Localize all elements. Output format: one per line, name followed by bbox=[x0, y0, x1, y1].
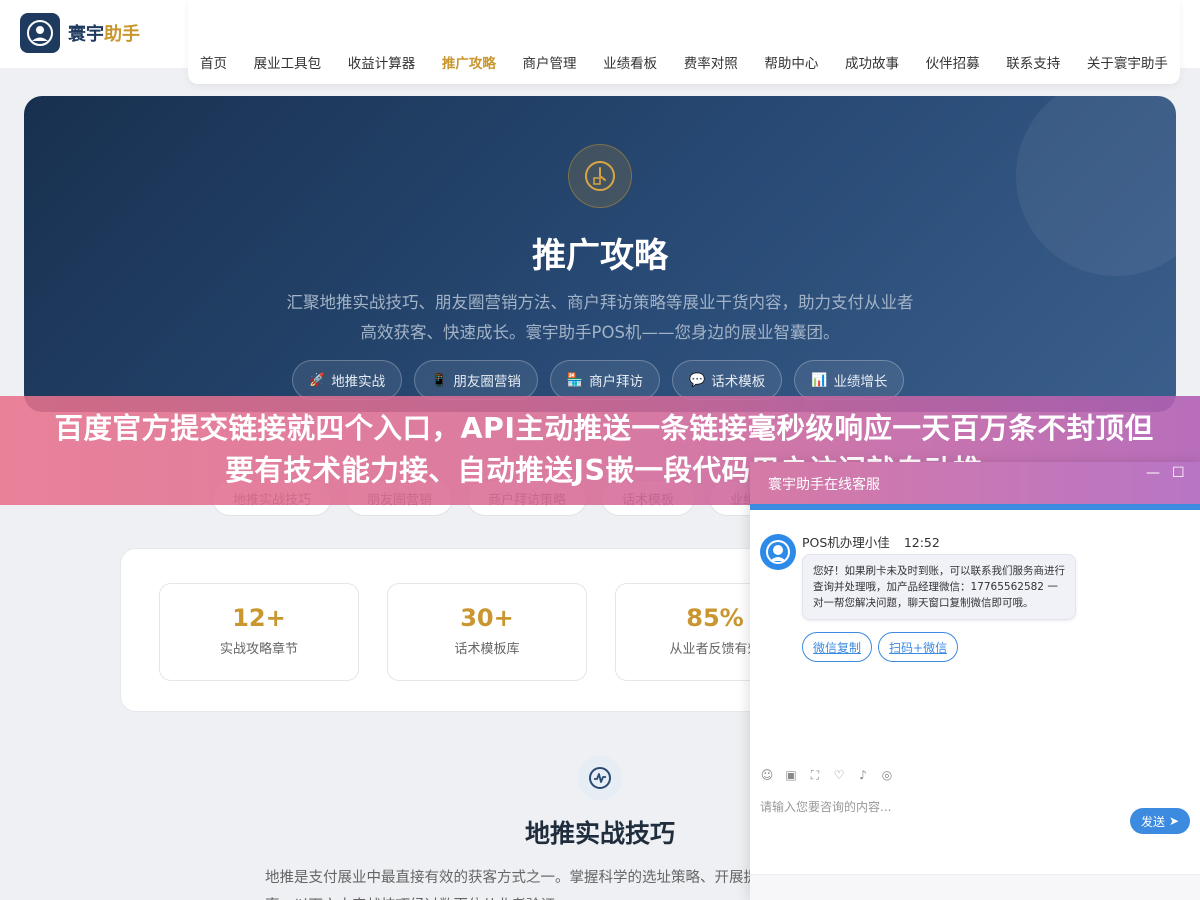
chat-message-bubble: 您好！如果刷卡未及时到账，可以联系我们服务商进行查询并处理哦，加产品经理微信：1… bbox=[802, 554, 1076, 620]
maximize-icon[interactable]: ☐ bbox=[1172, 466, 1186, 480]
stat-value: 30+ bbox=[460, 604, 514, 632]
main-navigation: 首页 展业工具包 收益计算器 推广攻略 商户管理 业绩看板 费率对照 帮助中心 … bbox=[188, 0, 1180, 84]
nav-item-merchant-management[interactable]: 商户管理 bbox=[523, 52, 577, 72]
agent-name: POS机办理小佳 bbox=[802, 535, 890, 550]
hero-tag-moments-marketing[interactable]: 📱 朋友圈营销 bbox=[414, 360, 538, 400]
hero-tag-label: 业绩增长 bbox=[833, 374, 888, 390]
agent-avatar bbox=[760, 534, 796, 570]
nav-item-help-center[interactable]: 帮助中心 bbox=[764, 52, 818, 72]
hero-tag-ground-promotion[interactable]: 🚀 地推实战 bbox=[292, 360, 403, 400]
shop-icon: 🏪 bbox=[566, 372, 584, 388]
send-label: 发送 bbox=[1140, 814, 1165, 829]
chat-quick-actions: 微信复制 扫码+微信 bbox=[802, 632, 959, 662]
nav-item-about[interactable]: 关于寰宇助手 bbox=[1087, 52, 1168, 72]
stat-templates: 30+ 话术模板库 bbox=[387, 583, 587, 681]
copy-wechat-button[interactable]: 微信复制 bbox=[802, 632, 873, 662]
nav-item-toolkit[interactable]: 展业工具包 bbox=[254, 52, 322, 72]
nav-item-performance-dashboard[interactable]: 业绩看板 bbox=[603, 52, 657, 72]
chat-header-title: 寰宇助手在线客服 bbox=[768, 477, 880, 493]
nav-item-contact-support[interactable]: 联系支持 bbox=[1006, 52, 1060, 72]
logo-text: 寰宇 bbox=[68, 24, 104, 45]
mute-icon[interactable]: ♪ bbox=[856, 768, 870, 782]
emoji-icon[interactable]: ☺ bbox=[760, 768, 774, 782]
hero-description: 汇聚地推实战技巧、朋友圈营销方法、商户拜访策略等展业干货内容，助力支付从业者高效… bbox=[286, 293, 914, 342]
hero-tag-script-templates[interactable]: 💬 话术模板 bbox=[672, 360, 783, 400]
phone-icon: 📱 bbox=[431, 372, 448, 388]
screenshot-icon[interactable]: ⛶ bbox=[808, 768, 822, 782]
chat-header: 寰宇助手在线客服 bbox=[750, 462, 1200, 510]
hero-tag-merchant-visit[interactable]: 🏪 商户拜访 bbox=[549, 360, 661, 400]
nav-item-success-stories[interactable]: 成功故事 bbox=[845, 52, 899, 72]
scan-wechat-button[interactable]: 扫码+微信 bbox=[878, 632, 959, 662]
send-arrow-icon: ➤ bbox=[1168, 814, 1180, 828]
page-title: 推广攻略 bbox=[532, 236, 668, 276]
site-logo[interactable]: 寰宇助手 bbox=[20, 13, 140, 53]
send-button[interactable]: 发送 ➤ bbox=[1130, 808, 1190, 834]
logo-accent-text: 助手 bbox=[104, 24, 140, 45]
stat-chapters: 12+ 实战攻略章节 bbox=[159, 583, 359, 681]
chat-footer bbox=[750, 874, 1200, 900]
message-time: 12:52 bbox=[903, 535, 940, 550]
nav-item-promotion-guide[interactable]: 推广攻略 bbox=[442, 52, 496, 72]
nav-item-partner-recruitment[interactable]: 伙伴招募 bbox=[926, 52, 980, 72]
speech-bubble-icon: 💬 bbox=[689, 372, 706, 388]
nav-item-home[interactable]: 首页 bbox=[200, 52, 227, 72]
stat-value: 12+ bbox=[232, 604, 286, 632]
rating-icon[interactable]: ♡ bbox=[832, 768, 846, 782]
hero-tag-label: 地推实战 bbox=[331, 374, 386, 390]
hero-tag-performance-growth[interactable]: 📊 业绩增长 bbox=[794, 360, 905, 400]
clock-icon bbox=[568, 144, 632, 208]
hero-tag-list: 🚀 地推实战 📱 朋友圈营销 🏪 商户拜访 💬 话术模板 📊 业绩增长 bbox=[292, 360, 905, 400]
minimize-icon[interactable]: — bbox=[1146, 466, 1160, 480]
logo-mark-icon bbox=[20, 13, 60, 53]
chat-message-input[interactable]: 请输入您要咨询的内容... bbox=[760, 798, 891, 815]
pulse-icon bbox=[578, 756, 622, 800]
chat-widget: 寰宇助手在线客服 — ☐ POS机办理小佳 12:52 您好！如果刷卡未及时到账，… bbox=[750, 462, 1200, 900]
hero-banner: 推广攻略 汇聚地推实战技巧、朋友圈营销方法、商户拜访策略等展业干货内容，助力支付… bbox=[24, 96, 1176, 412]
nav-item-calculator[interactable]: 收益计算器 bbox=[348, 52, 416, 72]
chat-agent-meta: POS机办理小佳 12:52 bbox=[802, 532, 940, 551]
nav-list: 首页 展业工具包 收益计算器 推广攻略 商户管理 业绩看板 费率对照 帮助中心 … bbox=[188, 52, 1180, 72]
chat-toolbar: ☺ ▣ ⛶ ♡ ♪ ◎ bbox=[760, 768, 894, 782]
stat-label: 实战攻略章节 bbox=[219, 642, 298, 657]
bar-chart-icon: 📊 bbox=[811, 372, 828, 388]
hero-tag-label: 商户拜访 bbox=[589, 374, 644, 390]
chat-header-accent-bar bbox=[750, 504, 1200, 510]
hero-tag-label: 朋友圈营销 bbox=[453, 374, 521, 390]
nav-item-rate-comparison[interactable]: 费率对照 bbox=[684, 52, 738, 72]
stat-label: 话术模板库 bbox=[454, 642, 520, 657]
image-icon[interactable]: ▣ bbox=[784, 768, 798, 782]
rocket-icon: 🚀 bbox=[309, 372, 326, 388]
hero-tag-label: 话术模板 bbox=[711, 374, 766, 390]
chat-icon[interactable]: ◎ bbox=[880, 768, 894, 782]
